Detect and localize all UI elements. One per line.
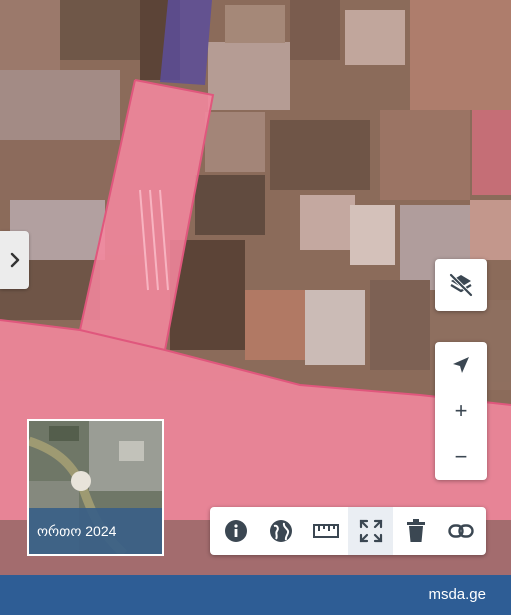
globe-icon xyxy=(269,520,292,542)
zoom-in-button[interactable]: + xyxy=(435,388,487,434)
zoom-out-button[interactable]: − xyxy=(435,434,487,480)
link-icon xyxy=(447,524,474,538)
sidebar-toggle-button[interactable] xyxy=(0,231,29,289)
road-highlight xyxy=(160,0,212,85)
delete-button[interactable] xyxy=(393,507,438,555)
map-toolbar xyxy=(210,507,486,555)
info-icon xyxy=(224,520,247,542)
globe-button[interactable] xyxy=(258,507,303,555)
map-controls: + − xyxy=(435,342,487,480)
measure-button[interactable] xyxy=(303,507,348,555)
info-button[interactable] xyxy=(213,507,258,555)
basemap-label: ორთო 2024 xyxy=(29,508,162,554)
navigation-arrow-icon xyxy=(453,357,469,373)
layer-visibility-button[interactable] xyxy=(435,259,487,311)
ruler-icon xyxy=(312,524,339,538)
layers-off-icon xyxy=(449,273,473,297)
brand-link[interactable]: msda.ge xyxy=(428,586,486,603)
locate-button[interactable] xyxy=(435,342,487,388)
fullscreen-icon xyxy=(359,519,382,543)
footer-bar: msda.ge xyxy=(0,575,511,615)
fullscreen-button[interactable] xyxy=(348,507,393,555)
zoom-out-label: − xyxy=(454,444,468,469)
trash-icon xyxy=(406,519,425,542)
zoom-in-label: + xyxy=(454,398,468,423)
chevron-right-icon xyxy=(10,252,19,268)
map-viewport: + − ორთო 2024 msda.ge xyxy=(0,0,511,615)
basemap-switcher[interactable]: ორთო 2024 xyxy=(27,419,164,556)
link-button[interactable] xyxy=(438,507,483,555)
